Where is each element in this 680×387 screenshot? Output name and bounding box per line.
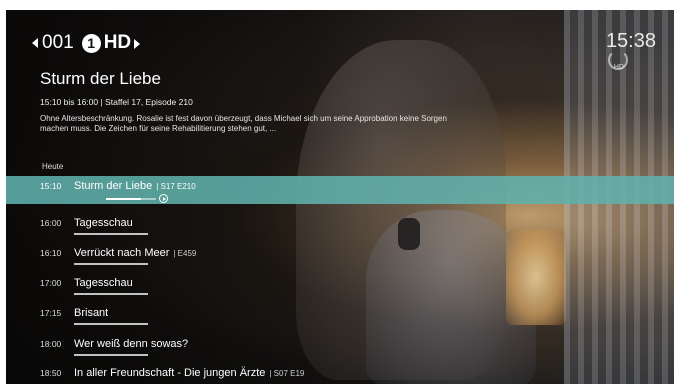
schedule-underline: [74, 293, 148, 295]
schedule-time: 18:00: [40, 339, 62, 349]
clock: 15:38: [605, 30, 656, 52]
schedule-item[interactable]: 16:10 Verrückt nach Meer | E459: [40, 247, 196, 265]
schedule-title: Tagesschau: [74, 277, 133, 289]
schedule-episode: | E459: [173, 249, 197, 258]
schedule-title: In aller Freundschaft - Die jungen Ärzte: [74, 367, 266, 379]
epg-overlay: 001 1 HD 15:38 HD Sturm der Liebe 15:10 …: [6, 10, 674, 384]
schedule-underline: [74, 323, 148, 325]
schedule-title: Wer weiß denn sowas?: [74, 338, 189, 350]
schedule-item[interactable]: 17:15 Brisant: [40, 307, 148, 325]
tv-screen: 001 1 HD 15:38 HD Sturm der Liebe 15:10 …: [6, 10, 674, 384]
program-title: Sturm der Liebe: [40, 69, 161, 88]
schedule-title: Sturm der Liebe: [74, 180, 153, 192]
channel-number: 001: [42, 32, 74, 53]
schedule-time: 17:15: [40, 308, 62, 318]
schedule-underline: [74, 263, 148, 265]
schedule-time: 16:10: [40, 248, 62, 258]
schedule-title: Tagesschau: [74, 217, 133, 229]
schedule-underline: [74, 233, 148, 235]
schedule-item[interactable]: 18:50 In aller Freundschaft - Die jungen…: [40, 367, 304, 384]
schedule-episode: | S17 E210: [156, 182, 196, 191]
schedule-item[interactable]: 17:00 Tagesschau: [40, 277, 148, 295]
channel-selector[interactable]: 001 1 HD: [32, 32, 131, 54]
hd-indicator-label: HD: [613, 64, 624, 71]
schedule-item[interactable]: 16:00 Tagesschau: [40, 217, 148, 235]
day-label: Heute: [42, 162, 64, 171]
program-description: Ohne Altersbeschränkung. Rosalie ist fes…: [40, 114, 447, 133]
program-progress-fill: [106, 198, 141, 200]
schedule-underline: [74, 354, 148, 356]
program-progress: [106, 198, 156, 200]
channel-logo-mark: 1: [81, 33, 101, 53]
schedule-episode: | S07 E19: [269, 369, 305, 378]
channel-logo: 1 HD: [81, 32, 132, 54]
schedule-time: 18:50: [40, 368, 62, 378]
schedule-time: 16:00: [40, 218, 62, 228]
chevron-right-icon[interactable]: [134, 39, 140, 49]
schedule-item[interactable]: 18:00 Wer weiß denn sowas?: [40, 338, 192, 356]
schedule-time: 15:10: [40, 181, 62, 191]
channel-logo-text: HD: [103, 32, 132, 53]
schedule-item[interactable]: 15:10 Sturm der Liebe | S17 E210: [40, 180, 196, 198]
schedule-time: 17:00: [40, 278, 62, 288]
play-icon[interactable]: [159, 194, 168, 203]
schedule-title: Brisant: [74, 307, 109, 319]
schedule-title: Verrückt nach Meer: [74, 247, 170, 259]
chevron-left-icon[interactable]: [32, 38, 38, 48]
program-meta: 15:10 bis 16:00 | Staffel 17, Episode 21…: [40, 97, 193, 107]
